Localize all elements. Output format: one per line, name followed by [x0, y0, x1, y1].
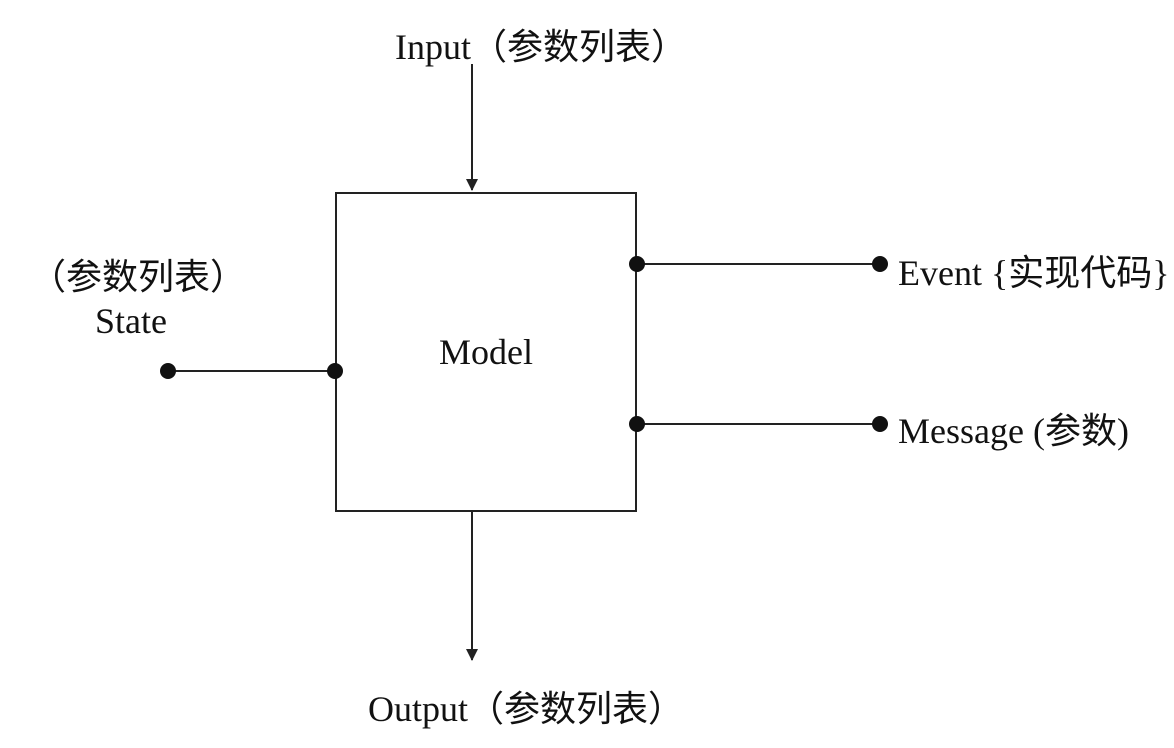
label-event: Event {实现代码}	[898, 244, 1170, 296]
label-input: Input（参数列表）	[395, 18, 687, 70]
dot-event-outer	[872, 256, 888, 272]
dot-message-outer	[872, 416, 888, 432]
label-state: State	[95, 300, 167, 342]
diagram-stage: Input（参数列表） （参数列表） State Model Event {实现…	[0, 0, 1174, 748]
label-output: Output（参数列表）	[368, 680, 684, 732]
label-message: Message (参数)	[898, 402, 1129, 454]
model-box: Model	[335, 192, 637, 512]
label-state-params: （参数列表）	[30, 248, 246, 300]
label-model: Model	[439, 331, 533, 373]
dot-state-outer	[160, 363, 176, 379]
